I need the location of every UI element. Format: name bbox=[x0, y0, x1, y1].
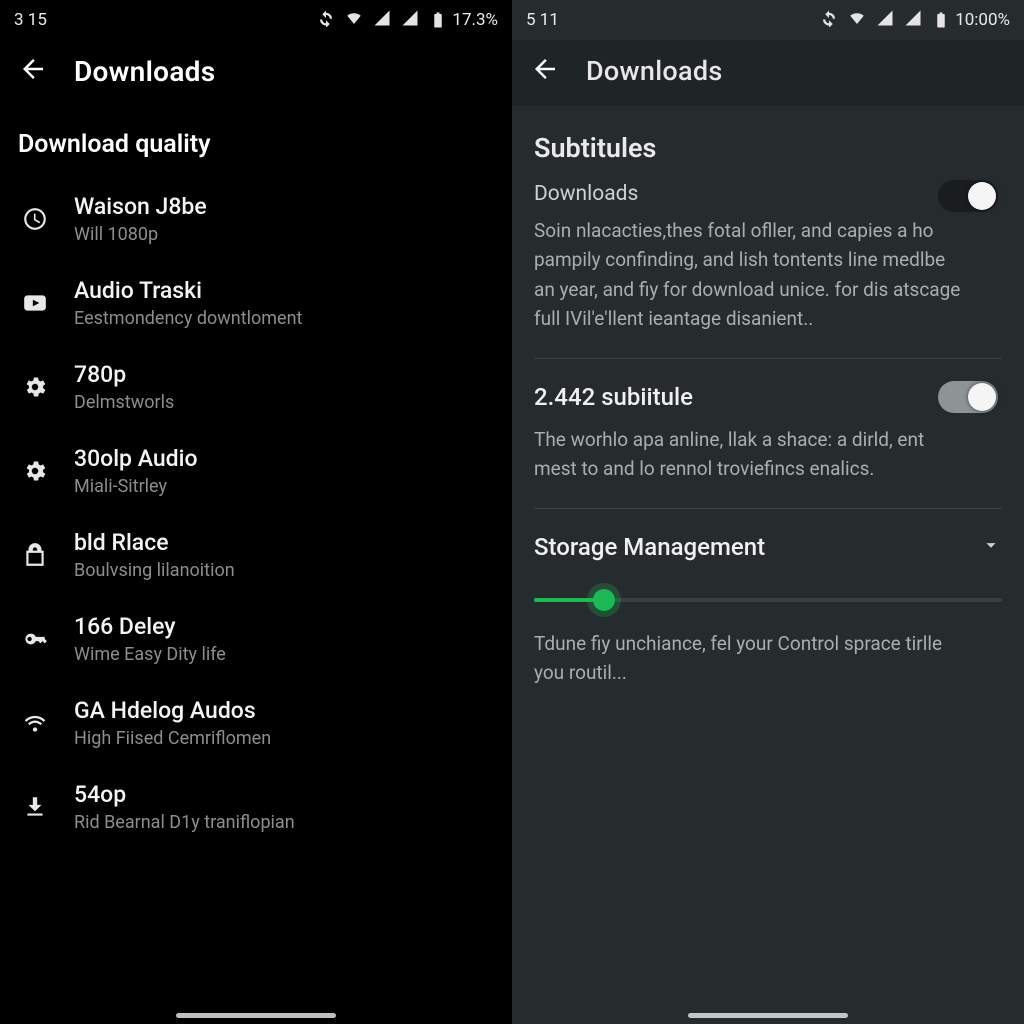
row-title: 780p bbox=[74, 361, 174, 388]
quality-row[interactable]: 30olp Audio Miali-Sitrley bbox=[0, 429, 512, 513]
wifi-icon bbox=[18, 710, 52, 736]
signal-icon bbox=[876, 9, 894, 32]
home-indicator[interactable] bbox=[688, 1013, 848, 1018]
battery-indicator: 10:00% bbox=[932, 10, 1010, 30]
storage-slider[interactable] bbox=[534, 583, 1002, 617]
right-screen: 5 11 10:00% Downloads Subtitules Downloa… bbox=[512, 0, 1024, 1024]
storage-title: Storage Management bbox=[534, 533, 765, 561]
divider bbox=[534, 358, 1002, 359]
section-heading: Download quality bbox=[0, 106, 512, 177]
subtitle-toggle[interactable] bbox=[938, 381, 998, 413]
row-title: Audio Traski bbox=[74, 277, 302, 304]
wifi-icon bbox=[345, 9, 363, 32]
divider bbox=[534, 508, 1002, 509]
battery-indicator: 17.3% bbox=[429, 10, 498, 30]
left-screen: 3 15 17.3% Downloads Download quality Wa… bbox=[0, 0, 512, 1024]
battery-text: 17.3% bbox=[452, 10, 498, 30]
signal-icon bbox=[401, 9, 419, 32]
quality-row[interactable]: Audio Traski Eestmondency downtloment bbox=[0, 261, 512, 345]
row-sub: Boulvsing lilanoition bbox=[74, 560, 235, 581]
clock-icon bbox=[18, 206, 52, 232]
row-sub: Rid Bearnal D1y traniflopian bbox=[74, 812, 295, 833]
home-indicator[interactable] bbox=[176, 1013, 336, 1018]
quality-row[interactable]: bld Rlace Boulvsing lilanoition bbox=[0, 513, 512, 597]
status-time: 5 11 bbox=[526, 10, 559, 30]
back-icon[interactable] bbox=[530, 54, 560, 88]
header-bar-left: Downloads bbox=[0, 40, 512, 106]
row-title: 30olp Audio bbox=[74, 445, 198, 472]
row-sub: Wime Easy Dity life bbox=[74, 644, 226, 665]
battery-text: 10:00% bbox=[955, 10, 1010, 30]
row-title: Waison J8be bbox=[74, 193, 207, 220]
section-heading: Subtitules bbox=[534, 132, 1002, 164]
setting-label: Downloads bbox=[534, 182, 1002, 206]
storage-description: Tdune fiy unchiance, fel your Control sp… bbox=[534, 629, 964, 688]
status-icons: 17.3% bbox=[317, 9, 498, 32]
play-icon bbox=[18, 290, 52, 316]
page-title: Downloads bbox=[586, 55, 723, 87]
row-sub: Miali-Sitrley bbox=[74, 476, 198, 497]
quality-row[interactable]: 780p Delmstworls bbox=[0, 345, 512, 429]
quality-row[interactable]: GA Hdelog Audos High Fiised Cemriflomen bbox=[0, 681, 512, 765]
row-title: 166 Deley bbox=[74, 613, 226, 640]
chevron-down-icon[interactable] bbox=[980, 534, 1002, 560]
status-bar-left: 3 15 17.3% bbox=[0, 0, 512, 40]
back-icon[interactable] bbox=[18, 54, 48, 88]
subtitle-toggle-block: 2.442 subiitule The worhlo apa anline, l… bbox=[534, 383, 1002, 508]
signal-icon bbox=[904, 9, 922, 32]
setting-label: 2.442 subiitule bbox=[534, 383, 1002, 411]
gear-icon bbox=[18, 458, 52, 484]
quality-row[interactable]: Waison J8be Will 1080p bbox=[0, 177, 512, 261]
header-bar-right: Downloads bbox=[512, 40, 1024, 106]
quality-row[interactable]: 166 Deley Wime Easy Dity life bbox=[0, 597, 512, 681]
status-icons: 10:00% bbox=[820, 9, 1010, 32]
status-bar-right: 5 11 10:00% bbox=[512, 0, 1024, 40]
sync-icon bbox=[317, 9, 335, 32]
gear-icon bbox=[18, 374, 52, 400]
downloads-toggle-block: Downloads Soin nlacacties,thes fotal ofl… bbox=[534, 182, 1002, 358]
page-title: Downloads bbox=[74, 55, 215, 88]
status-time: 3 15 bbox=[14, 10, 47, 30]
row-sub: Will 1080p bbox=[74, 224, 207, 245]
download-icon bbox=[18, 794, 52, 820]
row-sub: Eestmondency downtloment bbox=[74, 308, 302, 329]
setting-description: Soin nlacacties,thes fotal ofller, and c… bbox=[534, 216, 964, 334]
key-icon bbox=[18, 626, 52, 652]
downloads-toggle[interactable] bbox=[938, 180, 998, 212]
row-sub: High Fiised Cemriflomen bbox=[74, 728, 271, 749]
lock-icon bbox=[18, 542, 52, 568]
quality-row[interactable]: 54op Rid Bearnal D1y traniflopian bbox=[0, 765, 512, 849]
setting-description: The worhlo apa anline, llak a shace: a d… bbox=[534, 425, 964, 484]
row-title: GA Hdelog Audos bbox=[74, 697, 271, 724]
signal-icon bbox=[373, 9, 391, 32]
sync-icon bbox=[820, 9, 838, 32]
row-title: bld Rlace bbox=[74, 529, 235, 556]
storage-block: Storage Management Tdune fiy unchiance, … bbox=[534, 533, 1002, 712]
wifi-icon bbox=[848, 9, 866, 32]
row-sub: Delmstworls bbox=[74, 392, 174, 413]
row-title: 54op bbox=[74, 781, 295, 808]
